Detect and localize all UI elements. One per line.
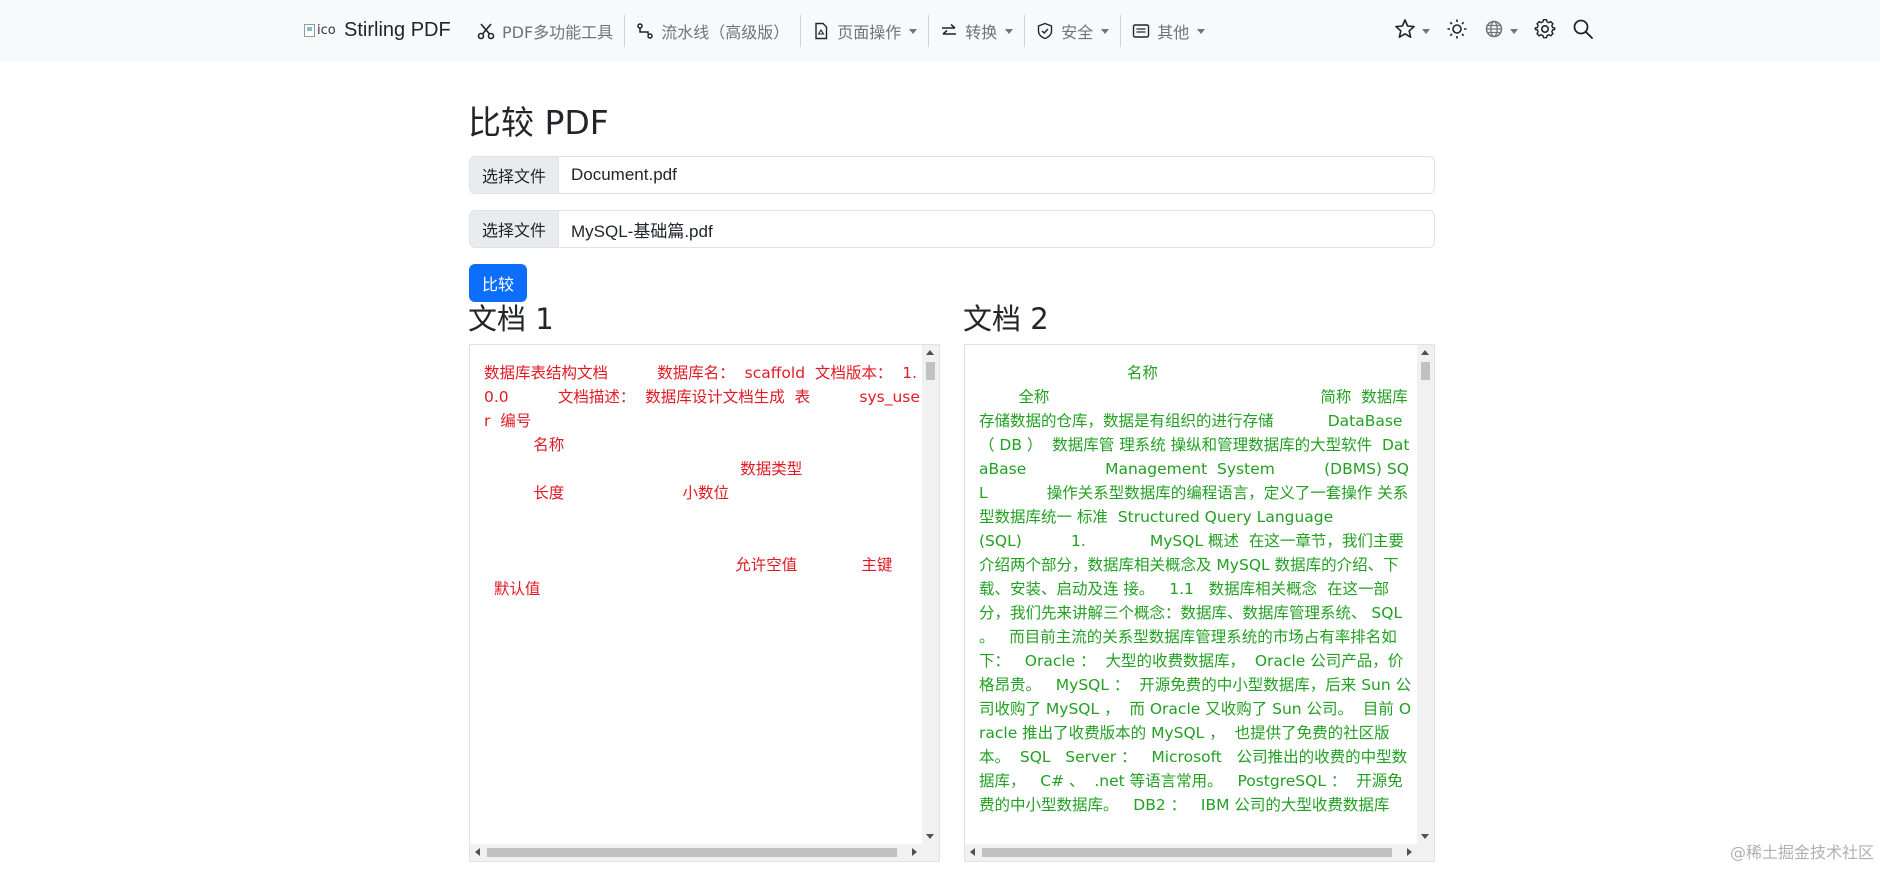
scroll-left-icon[interactable] — [475, 848, 480, 856]
scroll-thumb[interactable] — [926, 362, 935, 380]
globe-icon — [1484, 19, 1504, 43]
scroll-left-icon[interactable] — [970, 848, 975, 856]
nav-convert[interactable]: 转换 — [931, 12, 1022, 50]
scroll-thumb[interactable] — [1421, 362, 1430, 380]
brand-link[interactable]: ico Stirling PDF — [304, 14, 451, 46]
doc2-text: 名称 全称 简称 数据库 存储数据的仓库，数据是有组织的进行存储 DataBas… — [979, 364, 1412, 814]
doc2-panel[interactable]: 名称 全称 简称 数据库 存储数据的仓库，数据是有组织的进行存储 DataBas… — [964, 344, 1435, 862]
compare-button[interactable]: 比较 — [469, 264, 527, 302]
brand-name: Stirling PDF — [344, 18, 451, 41]
nav-item-label: 流水线（高级版） — [661, 23, 790, 42]
logo-broken-image: ico — [304, 17, 342, 43]
star-icon — [1394, 18, 1416, 44]
chevron-down-icon — [1005, 28, 1014, 34]
nav-divider — [1024, 15, 1026, 47]
nav-security[interactable]: 安全 — [1027, 12, 1118, 50]
nav-item-label: 页面操作 — [837, 23, 902, 42]
search-button[interactable] — [1564, 12, 1602, 50]
nav-divider — [928, 15, 930, 47]
shield-icon — [1036, 22, 1054, 40]
sun-icon — [1446, 18, 1468, 44]
watermark: @稀土掘金技术社区 — [1729, 843, 1874, 862]
pipeline-icon — [636, 22, 654, 40]
search-icon — [1572, 18, 1594, 44]
horizontal-scrollbar[interactable] — [965, 844, 1434, 861]
nav-divider — [624, 15, 626, 47]
choose-file-button-2[interactable]: 选择文件 — [470, 211, 559, 247]
nav-item-label: PDF多功能工具 — [502, 23, 614, 42]
scissors-icon — [477, 22, 495, 40]
chevron-down-icon — [1101, 28, 1110, 34]
horizontal-scrollbar[interactable] — [470, 844, 939, 861]
page-title: 比较 PDF — [468, 103, 609, 142]
chevron-down-icon — [1510, 28, 1518, 34]
vertical-scrollbar[interactable] — [922, 345, 939, 844]
scroll-up-icon[interactable] — [1421, 350, 1429, 355]
gear-icon — [1534, 18, 1556, 44]
nav-divider — [800, 15, 802, 47]
file-icon — [812, 22, 830, 40]
nav-pipeline[interactable]: 流水线（高级版） — [627, 12, 798, 50]
scroll-right-icon[interactable] — [1407, 848, 1412, 856]
nav-page-operations[interactable]: 页面操作 — [803, 12, 926, 50]
selected-file-name-1: Document.pdf — [571, 165, 677, 184]
file-input-1[interactable]: 选择文件 Document.pdf — [469, 156, 1435, 194]
chevron-down-icon — [909, 28, 918, 34]
nav-pdf-multi-tool[interactable]: PDF多功能工具 — [468, 12, 622, 50]
nav-right-tools — [1386, 12, 1602, 50]
scroll-thumb[interactable] — [487, 848, 897, 857]
doc1-panel[interactable]: 数据库表结构文档 数据库名： scaffold 文档版本： 1.0.0 文档描述… — [469, 344, 940, 862]
doc1-text: 数据库表结构文档 数据库名： scaffold 文档版本： 1.0.0 文档描述… — [484, 364, 920, 598]
selected-file-name-2: MySQL-基础篇.pdf — [571, 221, 713, 241]
doc2-title: 文档 2 — [963, 302, 1049, 336]
language-dropdown[interactable] — [1476, 12, 1526, 50]
scroll-down-icon[interactable] — [926, 834, 934, 839]
scroll-right-icon[interactable] — [912, 848, 917, 856]
scroll-thumb[interactable] — [982, 848, 1392, 857]
file-input-2[interactable]: 选择文件 MySQL-基础篇.pdf — [469, 210, 1435, 248]
nav-item-label: 转换 — [965, 23, 998, 42]
arrows-exchange-icon — [940, 22, 958, 40]
card-icon — [1132, 22, 1150, 40]
nav-item-label: 安全 — [1061, 23, 1094, 42]
nav-item-label: 其他 — [1157, 23, 1190, 42]
scroll-up-icon[interactable] — [926, 350, 934, 355]
nav-divider — [1120, 15, 1122, 47]
chevron-down-icon — [1197, 28, 1206, 34]
theme-toggle[interactable] — [1438, 12, 1476, 50]
chevron-down-icon — [1422, 28, 1430, 34]
favorites-dropdown[interactable] — [1386, 12, 1438, 50]
main-nav: PDF多功能工具 流水线（高级版） 页面操作 转换 安全 其他 — [468, 12, 1214, 50]
vertical-scrollbar[interactable] — [1417, 345, 1434, 844]
settings-button[interactable] — [1526, 12, 1564, 50]
nav-other[interactable]: 其他 — [1123, 12, 1214, 50]
scroll-down-icon[interactable] — [1421, 834, 1429, 839]
choose-file-button-1[interactable]: 选择文件 — [470, 157, 559, 193]
navbar: ico Stirling PDF PDF多功能工具 流水线（高级版） 页面操作 — [0, 0, 1880, 62]
doc1-title: 文档 1 — [468, 302, 554, 336]
